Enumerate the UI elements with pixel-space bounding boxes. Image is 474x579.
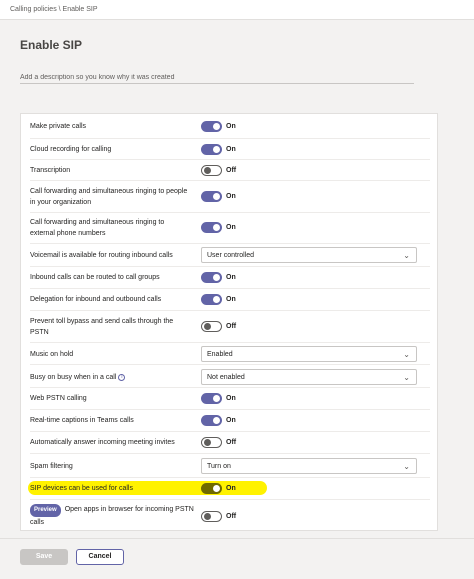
toggle-state: Off [226, 439, 237, 446]
preview-badge: Preview [30, 504, 61, 517]
select-value: Not enabled [207, 374, 245, 381]
select-value: Enabled [207, 351, 233, 358]
setting-row-busy-on-busy: Busy on busy when in a call i Not enabled… [30, 365, 430, 388]
setting-label: Cloud recording for calling [30, 146, 112, 153]
setting-row-call-forwarding-external: Call forwarding and simultaneous ringing… [30, 213, 430, 244]
select-value: Turn on [207, 463, 231, 470]
chevron-down-icon: ⌄ [403, 373, 410, 382]
sip-devices-toggle[interactable] [201, 483, 222, 494]
breadcrumb[interactable]: Calling policies \ Enable SIP [10, 6, 98, 13]
toggle-state: On [226, 417, 236, 424]
setting-label: Real-time captions in Teams calls [30, 417, 134, 424]
cancel-button[interactable]: Cancel [76, 549, 124, 565]
toggle-state: On [226, 193, 236, 200]
setting-row-spam-filtering: Spam filtering Turn on ⌄ [30, 454, 430, 478]
setting-row-voicemail: Voicemail is available for routing inbou… [30, 244, 430, 267]
toll-bypass-toggle[interactable] [201, 321, 222, 332]
toggle-state: On [226, 123, 236, 130]
top-bar: Calling policies \ Enable SIP [0, 0, 474, 20]
setting-label: Automatically answer incoming meeting in… [30, 439, 175, 446]
setting-label: Web PSTN calling [30, 395, 87, 402]
toggle-state: Off [226, 513, 237, 520]
busy-on-busy-label: Busy on busy when in a call [30, 374, 117, 381]
web-pstn-toggle[interactable] [201, 393, 222, 404]
footer-divider [0, 538, 474, 539]
spam-filtering-select[interactable]: Turn on ⌄ [201, 458, 417, 474]
setting-label: Make private calls [30, 123, 87, 130]
music-on-hold-select[interactable]: Enabled ⌄ [201, 346, 417, 362]
save-button[interactable]: Save [20, 549, 68, 565]
toggle-state: Off [226, 323, 237, 330]
setting-row-call-groups: Inbound calls can be routed to call grou… [30, 267, 430, 289]
toggle-state: Off [226, 167, 237, 174]
setting-row-delegation: Delegation for inbound and outbound call… [30, 289, 430, 311]
toggle-state: On [226, 274, 236, 281]
call-groups-toggle[interactable] [201, 272, 222, 283]
busy-on-busy-select[interactable]: Not enabled ⌄ [201, 369, 417, 385]
chevron-down-icon: ⌄ [403, 462, 410, 471]
cloud-recording-toggle[interactable] [201, 144, 222, 155]
transcription-toggle[interactable] [201, 165, 222, 176]
setting-row-make-private-calls: Make private calls On [30, 114, 430, 139]
toggle-state: On [226, 224, 236, 231]
call-forwarding-internal-toggle[interactable] [201, 191, 222, 202]
setting-label: Inbound calls can be routed to call grou… [30, 274, 160, 281]
make-private-calls-toggle[interactable] [201, 121, 222, 132]
setting-row-open-apps-browser: Preview Open apps in browser for incoming… [30, 500, 430, 530]
setting-row-captions: Real-time captions in Teams calls On [30, 410, 430, 432]
setting-row-cloud-recording: Cloud recording for calling On [30, 139, 430, 160]
settings-card: Make private calls On Cloud recording fo… [20, 113, 438, 531]
setting-row-music-on-hold: Music on hold Enabled ⌄ [30, 343, 430, 365]
captions-toggle[interactable] [201, 415, 222, 426]
setting-label: Prevent toll bypass and send calls throu… [30, 318, 174, 336]
page-title: Enable SIP [20, 38, 83, 52]
toggle-state: On [226, 485, 236, 492]
toggle-state: On [226, 146, 236, 153]
setting-label: Busy on busy when in a call i [30, 372, 190, 383]
setting-label: Voicemail is available for routing inbou… [30, 252, 173, 259]
description-input[interactable] [20, 64, 414, 84]
setting-row-call-forwarding-internal: Call forwarding and simultaneous ringing… [30, 181, 430, 213]
select-value: User controlled [207, 252, 255, 259]
setting-label: Spam filtering [30, 463, 73, 470]
setting-label: Call forwarding and simultaneous ringing… [30, 219, 165, 237]
setting-label: Delegation for inbound and outbound call… [30, 296, 162, 303]
chevron-down-icon: ⌄ [403, 350, 410, 359]
open-apps-browser-toggle[interactable] [201, 511, 222, 522]
chevron-down-icon: ⌄ [403, 251, 410, 260]
setting-label: Transcription [30, 167, 71, 174]
auto-answer-toggle[interactable] [201, 437, 222, 448]
call-forwarding-external-toggle[interactable] [201, 222, 222, 233]
toggle-state: On [226, 395, 236, 402]
setting-label: Preview Open apps in browser for incoming… [30, 504, 195, 528]
setting-row-sip-devices: SIP devices can be used for calls On [30, 478, 430, 500]
setting-label: SIP devices can be used for calls [30, 485, 133, 492]
voicemail-select[interactable]: User controlled ⌄ [201, 247, 417, 263]
setting-label: Call forwarding and simultaneous ringing… [30, 188, 188, 206]
setting-row-web-pstn: Web PSTN calling On [30, 388, 430, 410]
info-icon[interactable]: i [118, 373, 126, 381]
setting-label: Music on hold [30, 351, 74, 358]
setting-row-toll-bypass: Prevent toll bypass and send calls throu… [30, 311, 430, 343]
setting-row-auto-answer: Automatically answer incoming meeting in… [30, 432, 430, 454]
toggle-state: On [226, 296, 236, 303]
delegation-toggle[interactable] [201, 294, 222, 305]
setting-row-transcription: Transcription Off [30, 160, 430, 181]
